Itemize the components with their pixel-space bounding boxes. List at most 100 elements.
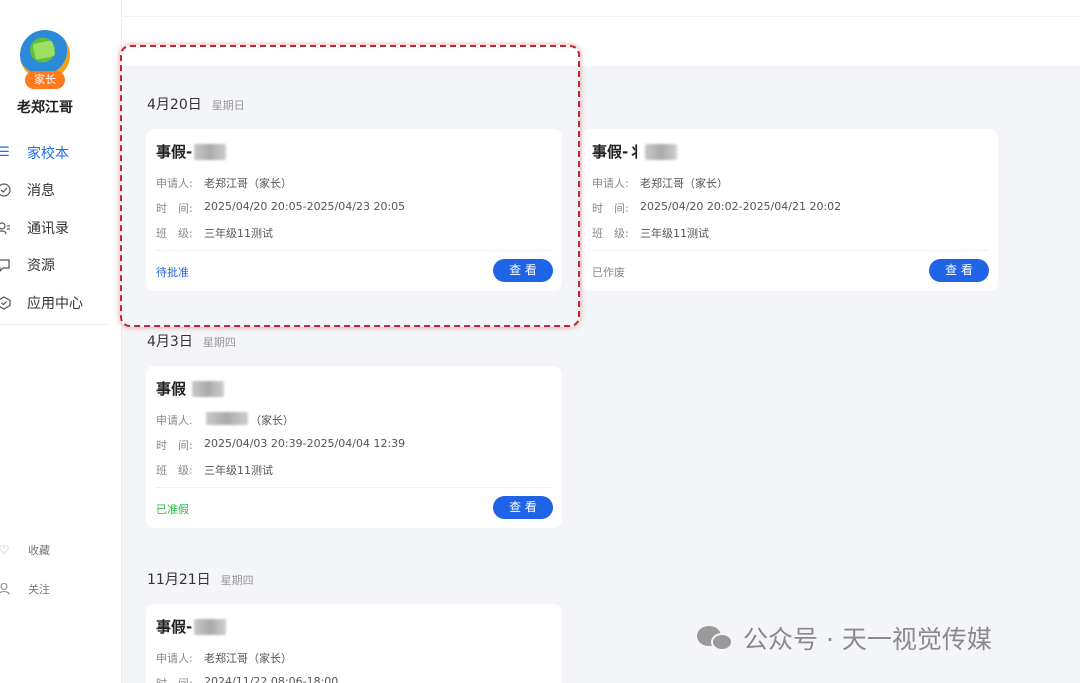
wechat-icon [697,623,733,653]
class-value: 三年级11测试 [204,464,273,477]
applicant-row: 申请人: 老郑江哥（家长） [592,175,728,191]
leave-card[interactable]: 事假-丬 申请人: 老郑江哥（家长） 时 间: 2025/04/20 20:02-2… [582,129,998,291]
card-divider [156,250,552,251]
folder-icon [0,257,12,273]
redacted-name [194,143,227,160]
redacted-name [192,380,225,397]
sidebar-item-label: 关注 [28,582,50,596]
leave-card-title: 事假- [156,141,227,162]
sidebar-item-label: 通讯录 [27,220,69,237]
app-center-icon [0,295,12,311]
applicant-key: 申请人. [156,414,193,427]
time-row: 时 间: 2025/04/03 20:39-2025/04/04 12:39 [156,437,405,453]
applicant-key: 申请人: [156,652,193,665]
status-badge: 已作废 [592,266,625,279]
sidebar-item-favorites[interactable]: ♡ 收藏 [0,530,122,569]
class-value: 三年级11测试 [640,227,709,240]
applicant-key: 申请人: [592,177,629,190]
status-badge: 待批准 [156,266,189,279]
leave-title-text: 事假 [156,380,187,398]
sidebar-item-label: 应用中心 [27,295,83,312]
class-key: 班 级: [156,464,193,477]
watermark: 公众号 · 天一视觉传媒 [697,620,992,656]
view-button[interactable]: 查 看 [929,259,989,282]
class-row: 班 级: 三年级11测试 [592,225,709,241]
heart-icon: ♡ [0,542,10,557]
sidebar-item-app-center[interactable]: 应用中心 [0,284,122,322]
sidebar-item-follow[interactable]: 关注 [0,569,122,608]
sidebar-bottom-nav: ♡ 收藏 关注 [0,530,122,608]
sidebar-item-messages[interactable]: 消息 [0,172,122,210]
time-key: 时 间: [156,202,193,215]
applicant-row: 申请人: 老郑江哥（家长） [156,650,292,666]
weekday-label: 星期四 [220,574,254,587]
class-row: 班 级: 三年级11测试 [156,225,273,241]
date-label: 4月20日 [147,97,202,113]
sidebar-divider [0,324,108,325]
sidebar-item-resources[interactable]: 资源 [0,247,122,285]
time-value: 2024/11/22 08:06-18:00 [204,675,339,683]
time-key: 时 间: [592,202,629,215]
list-icon: ☰ [0,145,10,161]
sidebar-item-homework[interactable]: ☰ 家校本 [0,134,122,172]
leave-card[interactable]: 事假 申请人. （家长） 时 间: 2025/04/03 20:39-2025/04… [146,366,562,528]
sidebar-item-label: 资源 [27,258,55,275]
date-group-header: 11月21日 星期四 [147,569,254,589]
redacted-name [206,412,248,425]
date-group-header: 4月20日 星期日 [147,94,245,114]
username: 老郑江哥 [17,100,73,116]
user-follow-icon [0,582,11,596]
class-key: 班 级: [592,227,629,240]
sidebar-nav: ☰ 家校本 消息 通讯录 资源 应用中心 [0,134,122,322]
status-badge: 已准假 [156,503,189,516]
applicant-value: 老郑江哥（家长） [204,652,292,665]
applicant-row: 申请人. （家长） [156,412,294,428]
weekday-label: 星期四 [202,336,236,349]
time-row: 时 间:2024/11/22 08:06-18:00 [156,675,338,683]
view-button[interactable]: 查 看 [493,259,553,282]
time-key: 时 间: [156,439,193,452]
redacted-name [194,618,227,635]
applicant-value: （家长） [250,414,294,427]
class-key: 班 级: [156,227,193,240]
class-row: 班 级: 三年级11测试 [156,462,273,478]
applicant-row: 申请人: 老郑江哥（家长） [156,175,292,191]
leave-card[interactable]: 事假- 申请人: 老郑江哥（家长） 时 间: 2025/04/20 20:05-20… [146,129,562,291]
leave-card-title: 事假-丬 [592,141,678,162]
sidebar-item-label: 收藏 [28,543,50,557]
time-row: 时 间: 2025/04/20 20:02-2025/04/21 20:02 [592,200,841,216]
view-button[interactable]: 查 看 [493,496,553,519]
date-label: 11月21日 [147,572,211,588]
top-bar [122,0,1080,66]
date-group-header: 4月3日 星期四 [147,331,236,351]
time-value: 2025/04/20 20:05-2025/04/23 20:05 [204,200,406,213]
weekday-label: 星期日 [211,99,245,112]
leave-title-text: 事假-丬 [592,143,644,161]
class-value: 三年级11测试 [204,227,273,240]
time-value: 2025/04/03 20:39-2025/04/04 12:39 [204,437,406,450]
avatar-leaf-icon [32,40,56,60]
watermark-text: 公众号 · 天一视觉传媒 [743,625,992,654]
sidebar-item-contacts[interactable]: 通讯录 [0,209,122,247]
time-row: 时 间: 2025/04/20 20:05-2025/04/23 20:05 [156,200,405,216]
date-label: 4月3日 [147,334,193,350]
chat-check-icon [0,182,12,198]
sidebar-item-label: 家校本 [27,145,69,162]
applicant-value: 老郑江哥（家长） [204,177,292,190]
top-bar-divider [122,16,1080,17]
leave-card-title: 事假 [156,378,225,399]
time-value: 2025/04/20 20:02-2025/04/21 20:02 [640,200,842,213]
contacts-icon [0,220,12,236]
applicant-value: 老郑江哥（家长） [640,177,728,190]
applicant-key: 申请人: [156,177,193,190]
card-divider [592,250,988,251]
leave-title-text: 事假- [156,143,193,161]
card-divider [156,487,552,488]
sidebar-item-label: 消息 [27,183,55,200]
leave-card-title: 事假- [156,616,227,637]
sidebar: 家长 老郑江哥 ☰ 家校本 消息 通讯录 资源 应用中心 ♡ 收藏 关注 [0,0,122,683]
time-key: 时 间: [156,675,204,683]
leave-title-text: 事假- [156,618,193,636]
role-badge: 家长 [25,71,65,89]
leave-card[interactable]: 事假- 申请人: 老郑江哥（家长） 时 间:2024/11/22 08:06-18… [146,604,562,683]
